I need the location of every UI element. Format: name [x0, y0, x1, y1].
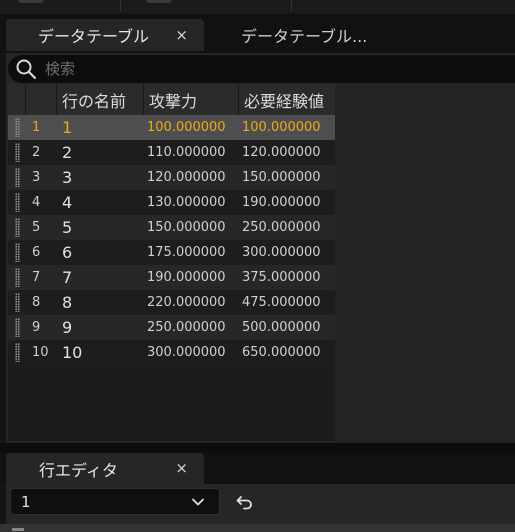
- table-row[interactable]: 7 7 190.000000 375.000000: [8, 265, 335, 290]
- top-toolbar-strip: [0, 0, 515, 15]
- row-index: 5: [32, 220, 41, 235]
- row-exp: 375.000000: [242, 270, 321, 285]
- drag-handle-icon[interactable]: [15, 118, 20, 137]
- row-attack: 110.000000: [147, 145, 226, 160]
- table-row[interactable]: 9 9 250.000000 500.000000: [8, 315, 335, 340]
- row-exp: 650.000000: [242, 345, 321, 360]
- drag-handle-icon[interactable]: [15, 143, 20, 162]
- row-name: 2: [62, 143, 73, 162]
- toolbar-item-fragment: [18, 0, 44, 3]
- row-exp: 100.000000: [242, 120, 321, 135]
- tab-label: 行エディタ: [39, 460, 118, 480]
- document-tab-strip: データテーブル × データテーブル...: [0, 15, 515, 53]
- table-row[interactable]: 4 4 130.000000 190.000000: [8, 190, 335, 215]
- drag-handle-icon[interactable]: [15, 193, 20, 212]
- table-row[interactable]: 2 2 110.000000 120.000000: [8, 140, 335, 165]
- table-row[interactable]: 6 6 175.000000 300.000000: [8, 240, 335, 265]
- header-grip-column: [8, 84, 25, 115]
- drag-handle-icon[interactable]: [15, 168, 20, 187]
- undo-arrow-icon[interactable]: [235, 492, 255, 512]
- tab-label: データテーブル...: [241, 27, 368, 46]
- toolbar-separator: [120, 0, 121, 12]
- row-editor-tab-strip: 行エディタ ×: [0, 453, 515, 484]
- header-row-name[interactable]: 行の名前: [56, 84, 143, 115]
- close-icon[interactable]: ×: [175, 26, 188, 44]
- row-attack: 100.000000: [147, 120, 226, 135]
- close-icon[interactable]: ×: [175, 459, 188, 477]
- chevron-down-icon: [192, 498, 204, 505]
- row-exp: 190.000000: [242, 195, 321, 210]
- row-attack: 250.000000: [147, 320, 226, 335]
- data-table: 行の名前 攻撃力 必要経験値 1 1 100.000000 100.000000…: [8, 84, 335, 441]
- row-index: 6: [32, 245, 41, 260]
- row-name: 5: [62, 218, 73, 237]
- header-attack[interactable]: 攻撃力: [143, 84, 238, 115]
- row-exp: 250.000000: [242, 220, 321, 235]
- row-attack: 120.000000: [147, 170, 226, 185]
- bottom-strip: [0, 524, 515, 532]
- row-name: 1: [62, 118, 73, 137]
- search-input[interactable]: [43, 59, 447, 79]
- row-name: 6: [62, 243, 73, 262]
- toolbar-separator: [291, 0, 292, 12]
- row-exp: 500.000000: [242, 320, 321, 335]
- row-index: 7: [32, 270, 41, 285]
- row-attack: 150.000000: [147, 220, 226, 235]
- row-exp: 150.000000: [242, 170, 321, 185]
- row-name: 10: [62, 343, 83, 362]
- row-attack: 220.000000: [147, 295, 226, 310]
- row-name: 3: [62, 168, 73, 187]
- row-index: 9: [32, 320, 41, 335]
- row-exp: 475.000000: [242, 295, 321, 310]
- drag-handle-icon[interactable]: [15, 268, 20, 287]
- table-row[interactable]: 5 5 150.000000 250.000000: [8, 215, 335, 240]
- row-attack: 300.000000: [147, 345, 226, 360]
- table-empty-area: [335, 84, 515, 443]
- row-index: 4: [32, 195, 41, 210]
- panel-divider[interactable]: [0, 443, 515, 453]
- row-attack: 175.000000: [147, 245, 226, 260]
- tab-label: データテーブル: [38, 27, 150, 46]
- table-row[interactable]: 1 1 100.000000 100.000000: [8, 115, 335, 140]
- search-icon: [16, 59, 37, 80]
- drag-handle-icon[interactable]: [15, 343, 20, 362]
- drag-handle-icon[interactable]: [15, 243, 20, 262]
- table-row[interactable]: 10 10 300.000000 650.000000: [8, 340, 335, 365]
- row-index: 2: [32, 145, 41, 160]
- header-index-column: [25, 84, 56, 115]
- section-header-fragment: [12, 528, 24, 531]
- row-name: 7: [62, 268, 73, 287]
- row-name: 8: [62, 293, 73, 312]
- header-required-exp[interactable]: 必要経験値: [238, 84, 335, 115]
- drag-handle-icon[interactable]: [15, 293, 20, 312]
- table-header: 行の名前 攻撃力 必要経験値: [8, 84, 335, 115]
- row-index: 1: [32, 120, 41, 135]
- tab-row-editor[interactable]: 行エディタ ×: [6, 453, 204, 484]
- row-index: 3: [32, 170, 41, 185]
- row-attack: 130.000000: [147, 195, 226, 210]
- row-select-value: 1: [21, 492, 31, 511]
- tab-data-table-active[interactable]: データテーブル ×: [6, 19, 204, 51]
- toolbar-item-fragment: [146, 0, 172, 3]
- row-exp: 120.000000: [242, 145, 321, 160]
- table-rows: 1 1 100.000000 100.000000 2 2 110.000000…: [8, 115, 335, 365]
- data-table-panel: 行の名前 攻撃力 必要経験値 1 1 100.000000 100.000000…: [6, 53, 515, 443]
- row-exp: 300.000000: [242, 245, 321, 260]
- row-name: 4: [62, 193, 73, 212]
- tab-data-table-secondary[interactable]: データテーブル...: [214, 19, 515, 51]
- drag-handle-icon[interactable]: [15, 318, 20, 337]
- drag-handle-icon[interactable]: [15, 218, 20, 237]
- row-index: 8: [32, 295, 41, 310]
- row-attack: 190.000000: [147, 270, 226, 285]
- row-name: 9: [62, 318, 73, 337]
- search-bar: [8, 55, 515, 83]
- table-row[interactable]: 3 3 120.000000 150.000000: [8, 165, 335, 190]
- row-index: 10: [32, 345, 49, 360]
- row-select-dropdown[interactable]: 1: [10, 488, 220, 515]
- table-row[interactable]: 8 8 220.000000 475.000000: [8, 290, 335, 315]
